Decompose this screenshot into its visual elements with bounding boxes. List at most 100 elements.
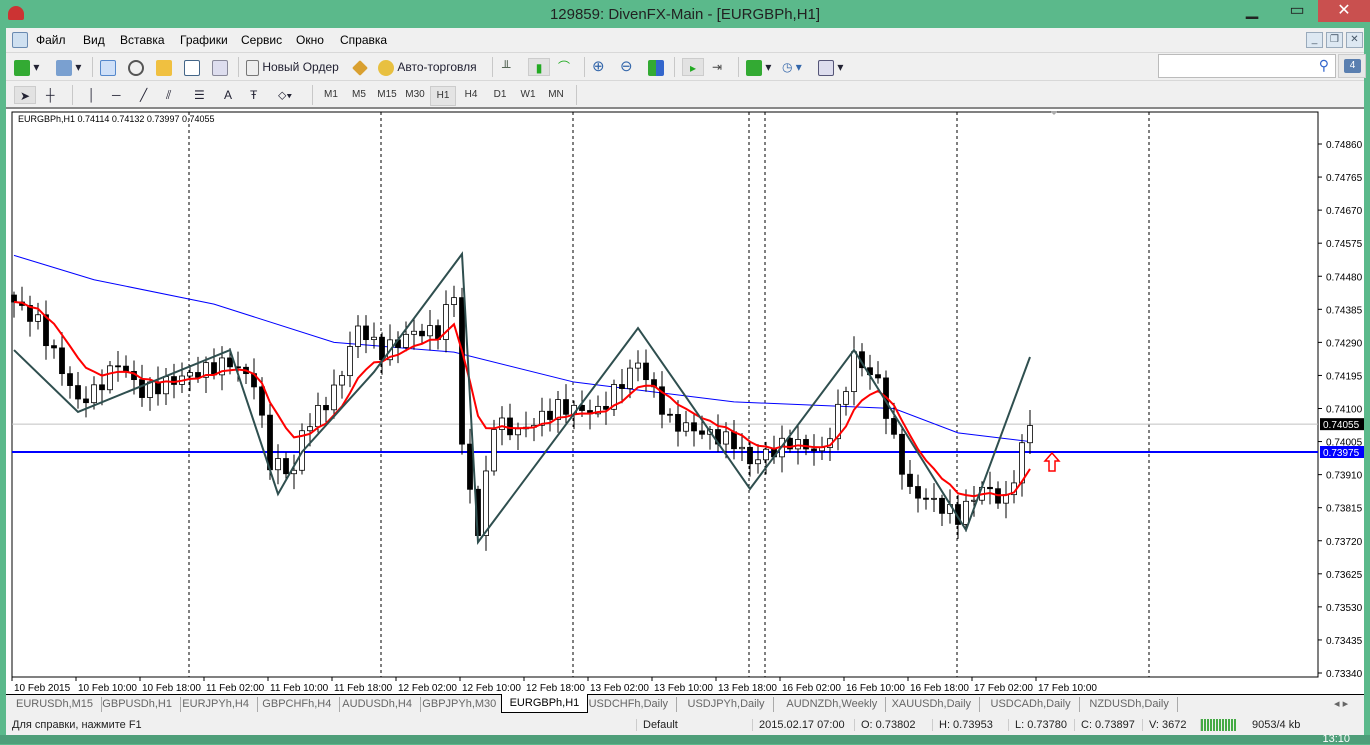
menu-tools[interactable]: Сервис — [241, 33, 282, 47]
new-order-icon — [246, 59, 259, 76]
chart-tab[interactable]: AUDNZDh,Weekly — [778, 697, 887, 712]
timeframe-m5[interactable]: M5 — [346, 86, 372, 104]
profiles-button[interactable]: ▾ — [56, 58, 81, 76]
vertical-line-tool[interactable]: │ — [88, 86, 96, 104]
price-chart[interactable]: 0.74860 0.74765 0.74670 0.74575 0.74480 0.743… — [6, 109, 1364, 694]
terminal-button[interactable] — [184, 58, 200, 76]
zoom-in-button[interactable]: ⊕ — [592, 58, 605, 76]
chart-tab[interactable]: GBPCHFh,H4 — [254, 697, 341, 712]
metaeditor-button[interactable] — [352, 58, 368, 76]
auto-trading-button[interactable]: Авто-торговля — [378, 58, 477, 76]
x-tick-label: 10 Feb 10:00 — [78, 683, 137, 694]
candle — [635, 362, 641, 369]
menu-view[interactable]: Вид — [83, 33, 105, 47]
channel-tool[interactable]: ⫽ — [166, 86, 171, 104]
minimize-button[interactable]: ▁ — [1230, 0, 1274, 22]
chart-tab[interactable]: EURJPYh,H4 — [174, 697, 258, 712]
candle — [891, 418, 897, 435]
x-tick-label: 10 Feb 2015 — [14, 683, 71, 694]
templates-icon — [818, 59, 834, 76]
timeframe-d1[interactable]: D1 — [487, 86, 513, 104]
chart-tab[interactable]: EURGBPh,H1 — [500, 694, 589, 713]
indicators-icon — [746, 59, 762, 76]
new-chart-button[interactable]: ▾ — [14, 58, 39, 76]
zoom-out-button[interactable]: ⊖ — [620, 58, 633, 76]
arrows-tool[interactable]: ⬦▾ — [278, 86, 292, 104]
terminal-icon — [184, 59, 200, 76]
autoscroll-button[interactable]: ▸ — [682, 58, 704, 76]
chart-window[interactable]: 0.74860 0.74765 0.74670 0.74575 0.74480 0.743… — [6, 107, 1364, 694]
chart-tab[interactable]: USDCADh,Daily — [983, 697, 1080, 712]
bid-price-label: 0.74055 — [1323, 420, 1360, 431]
timeframe-m1[interactable]: M1 — [318, 86, 344, 104]
chart-tab[interactable]: EURUSDh,M15 — [8, 697, 103, 712]
timeframe-h1[interactable]: H1 — [430, 86, 456, 106]
candlestick-button[interactable]: ▮ — [528, 58, 550, 76]
bar-chart-button[interactable]: ╨ — [502, 58, 511, 76]
text-tool[interactable]: A — [224, 86, 232, 104]
menu-window[interactable]: Окно — [296, 33, 324, 47]
menu-insert[interactable]: Вставка — [120, 33, 165, 47]
notifications-button[interactable]: 4 — [1338, 54, 1366, 78]
menu-file[interactable]: Файл — [36, 33, 66, 47]
crosshair-tool[interactable]: ┼ — [46, 86, 55, 104]
chart-tab[interactable]: XAUUSDh,Daily — [884, 697, 981, 712]
x-tick-label: 17 Feb 10:00 — [1038, 683, 1097, 694]
chart-tab[interactable]: AUDUSDh,H4 — [334, 697, 421, 712]
x-tick-label: 16 Feb 18:00 — [910, 683, 969, 694]
templates-button[interactable]: ▾ — [818, 58, 843, 76]
timeframe-w1[interactable]: W1 — [515, 86, 541, 104]
mdi-minimize-button[interactable]: _ — [1306, 32, 1323, 48]
new-order-button[interactable]: Новый Ордер — [246, 58, 339, 76]
fibonacci-tool[interactable]: ☰ — [194, 86, 205, 104]
menu-charts[interactable]: Графики — [180, 33, 228, 47]
candle — [811, 448, 817, 452]
candle — [267, 414, 273, 471]
horizontal-line-tool[interactable]: ─ — [112, 86, 121, 104]
mdi-restore-button[interactable]: ❐ — [1326, 32, 1343, 48]
line-chart-button[interactable]: ⌒ — [558, 58, 570, 76]
timeframe-m15[interactable]: M15 — [374, 86, 400, 104]
cursor-tool[interactable]: ➤ — [14, 86, 36, 104]
candle — [915, 486, 921, 499]
text-label-tool[interactable]: Ŧ — [250, 86, 257, 104]
title-bar: 129859: DivenFX-Main - [EURGBPh,H1] ▁ ▭ … — [0, 0, 1370, 28]
chart-tab[interactable]: USDCHFh,Daily — [581, 697, 678, 712]
market-watch-button[interactable] — [100, 58, 116, 76]
y-tick-label: 0.74860 — [1326, 140, 1363, 151]
menu-help[interactable]: Справка — [340, 33, 387, 47]
indicators-button[interactable]: ▾ — [746, 58, 771, 76]
close-button[interactable]: ✕ — [1318, 0, 1370, 22]
y-tick-label: 0.73815 — [1326, 504, 1363, 515]
trendline-tool[interactable]: ╱ — [140, 86, 147, 104]
mdi-close-button[interactable]: ✕ — [1346, 32, 1363, 48]
chart-shift-button[interactable]: ⇥ — [712, 58, 722, 76]
chart-tab[interactable]: GBPUSDh,H1 — [94, 697, 181, 712]
search-input[interactable]: ⚲ — [1158, 54, 1336, 78]
chart-tab[interactable]: GBPJPYh,M30 — [414, 697, 506, 712]
candle — [59, 347, 65, 375]
candle — [155, 381, 161, 395]
y-tick-label: 0.74575 — [1326, 239, 1363, 250]
strategy-tester-button[interactable] — [212, 58, 228, 76]
candle — [515, 428, 521, 436]
candle — [211, 362, 217, 376]
tab-scroll-arrows[interactable]: ◂ ▸ — [1326, 697, 1356, 712]
timeframe-mn[interactable]: MN — [543, 86, 569, 104]
candle — [283, 458, 289, 475]
candle — [347, 346, 353, 377]
tile-windows-button[interactable] — [648, 58, 664, 76]
candle — [483, 470, 489, 536]
hline-price-label: 0.73975 — [1323, 448, 1360, 459]
data-window-button[interactable] — [128, 58, 144, 76]
timeframe-h4[interactable]: H4 — [458, 86, 484, 104]
y-tick-label: 0.73530 — [1326, 603, 1363, 614]
maximize-button[interactable]: ▭ — [1275, 0, 1319, 22]
y-tick-label: 0.73625 — [1326, 570, 1363, 581]
y-tick-label: 0.74195 — [1326, 371, 1363, 382]
chart-tab[interactable]: NZDUSDh,Daily — [1081, 697, 1178, 712]
chart-tab[interactable]: USDJPYh,Daily — [680, 697, 774, 712]
timeframe-m30[interactable]: M30 — [402, 86, 428, 104]
navigator-button[interactable] — [156, 58, 172, 76]
periods-button[interactable]: ◷ ▾ — [782, 58, 802, 76]
